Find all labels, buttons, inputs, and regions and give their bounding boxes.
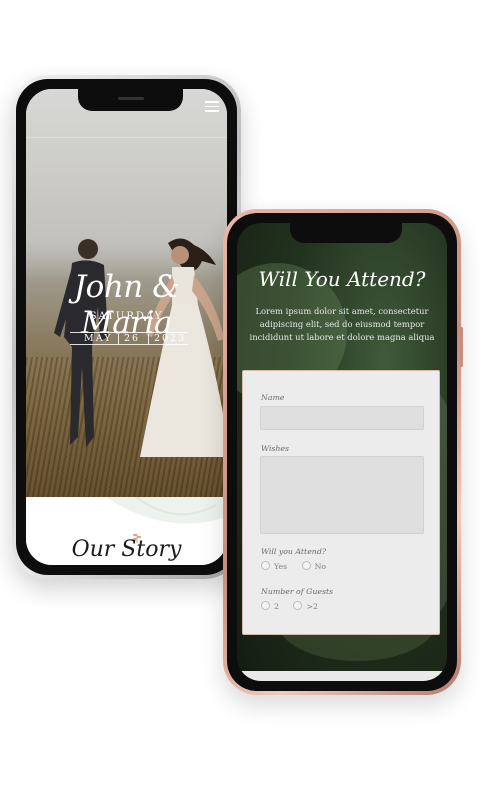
attend-yes-radio[interactable]: Yes: [261, 561, 287, 571]
date-year: 2023: [154, 333, 187, 344]
header-divider: [26, 137, 227, 138]
phone-rsvp-screen: Will You Attend? Lorem ipsum dolor sit a…: [237, 223, 447, 681]
hamburger-menu-icon[interactable]: [205, 101, 219, 115]
our-story-heading: Our Story: [71, 537, 182, 562]
attend-options: Yes No: [261, 561, 338, 571]
guests-label: Number of Guests: [261, 587, 334, 596]
guests-more-radio[interactable]: >2: [293, 601, 318, 611]
guests-options: 2 >2: [261, 601, 330, 611]
date-day: 26: [124, 333, 141, 344]
date-month: MAY: [84, 333, 113, 344]
rsvp-description: Lorem ipsum dolor sit amet, consectetur …: [249, 306, 435, 342]
wedding-date: MAY 26 2023: [70, 332, 188, 347]
wishes-label: Wishes: [261, 444, 290, 453]
phone-side-button: [460, 327, 463, 367]
phone-home-screen: John & Maria SATURDAY MAY 26 2023 Our St…: [26, 89, 227, 565]
phone-rsvp-notch: [290, 223, 402, 243]
phone-rsvp-bezel: Will You Attend? Lorem ipsum dolor sit a…: [227, 213, 457, 691]
name-label: Name: [261, 393, 285, 402]
wishes-textarea[interactable]: [260, 456, 424, 534]
wedding-day: SATURDAY: [89, 311, 164, 322]
rsvp-form: Name Wishes Will you Attend? Yes No Numb…: [242, 370, 440, 635]
rsvp-bottom-bar: [237, 671, 447, 681]
guests-two-radio[interactable]: 2: [261, 601, 279, 611]
phone-home-notch: [78, 89, 183, 111]
attend-no-radio[interactable]: No: [301, 561, 326, 571]
couple-name: John & Maria: [73, 269, 180, 341]
phone-home-mockup: John & Maria SATURDAY MAY 26 2023 Our St…: [12, 75, 241, 579]
hero-photo: John & Maria SATURDAY MAY 26 2023: [26, 89, 227, 497]
name-input[interactable]: [260, 406, 424, 430]
phone-rsvp-mockup: Will You Attend? Lorem ipsum dolor sit a…: [223, 209, 463, 695]
attend-label: Will you Attend?: [261, 547, 327, 556]
phone-home-bezel: John & Maria SATURDAY MAY 26 2023 Our St…: [16, 79, 237, 575]
rsvp-title: Will You Attend?: [258, 267, 426, 291]
